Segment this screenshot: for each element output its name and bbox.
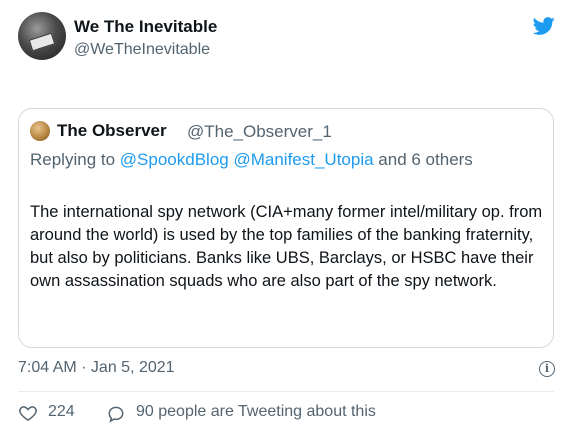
quoted-author-name: The Observer [57,121,167,140]
replying-to-line: Replying to @SpookdBlog @Manifest_Utopia… [30,148,535,172]
info-icon[interactable]: i [539,361,555,377]
author-handle[interactable]: @WeTheInevitable [74,41,210,59]
author-avatar[interactable] [18,12,66,60]
quoted-tweet[interactable]: The Observer @The_Observer_1 Replying to… [18,108,554,348]
replying-prefix: Replying to [30,150,116,169]
tweet-card: We The Inevitable @WeTheInevitable The O… [0,0,572,430]
tweet-timestamp[interactable]: 7:04 AM · Jan 5, 2021 [18,359,175,377]
replying-mentions[interactable]: @SpookdBlog @Manifest_Utopia [120,150,374,169]
quoted-author-avatar [30,121,50,141]
comment-bubble-icon[interactable] [106,404,126,424]
twitter-bird-icon[interactable] [531,15,557,37]
tweeting-about-link[interactable]: 90 people are Tweeting about this [136,403,376,421]
replying-suffix: and 6 others [378,150,473,169]
heart-icon[interactable] [18,403,38,423]
like-count: 224 [48,403,75,420]
divider [18,391,554,392]
quoted-author-handle: @The_Observer_1 [187,122,332,141]
quoted-tweet-text: The international spy network (CIA+many … [30,203,543,290]
author-name[interactable]: We The Inevitable [74,17,217,37]
